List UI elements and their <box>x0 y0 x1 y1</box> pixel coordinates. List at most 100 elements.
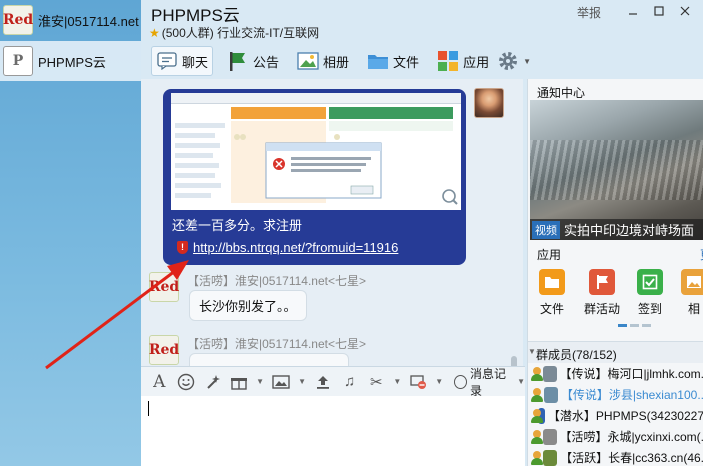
apps-icon <box>437 50 459 72</box>
chat-icon <box>156 50 178 72</box>
music-icon[interactable]: ♫ <box>339 371 360 393</box>
scissors-icon[interactable]: ✂ <box>366 371 387 393</box>
notice-center-title: 通知中心 <box>537 86 586 100</box>
chevron-down-icon[interactable]: ▼ <box>393 371 402 393</box>
screenshot-image[interactable] <box>171 93 461 210</box>
user-icon <box>531 450 544 465</box>
group-subtitle: ★ (500人群) 行业交流-IT/互联网 <box>149 24 319 41</box>
avatar <box>543 428 557 445</box>
tab-label: 公告 <box>253 54 280 70</box>
notice-caption: 实拍中印边境对峙场面 <box>564 223 695 238</box>
app-album[interactable]: 相 <box>672 269 703 317</box>
message-sender[interactable]: 【活唠】淮安|0517114.net<七星> <box>187 272 366 289</box>
app-label: 文件 <box>539 302 564 316</box>
image-icon[interactable] <box>271 371 292 393</box>
chat-scrollbar[interactable] <box>511 159 519 366</box>
session-name: PHPMPS云 <box>38 54 106 70</box>
avatar <box>543 449 558 466</box>
app-checkin[interactable]: 签到 <box>628 269 672 317</box>
check-icon <box>637 269 663 295</box>
chevron-down-icon[interactable]: ▼ <box>297 371 306 393</box>
apps-section-title: 应用 <box>537 248 562 262</box>
user-icon <box>531 429 544 444</box>
notice-caption-bar[interactable]: 视频 实拍中印边境对峙场面 <box>530 219 703 240</box>
folder-icon <box>367 50 389 72</box>
message-link[interactable]: http://bbs.ntrqq.net/?fromuid=11916 <box>193 240 398 255</box>
message-sender[interactable]: 【活唠】淮安|0517114.net<七星> <box>187 335 366 352</box>
list-item[interactable]: 【活跃】长春|cc363.cn(46. <box>528 447 703 466</box>
input-toolbar: A ▼ ▼ ♫ ✂ ▼ ▼ 消息记录 ▼ <box>141 365 526 399</box>
chevron-down-icon[interactable]: ▼ <box>255 371 264 393</box>
list-item[interactable]: 【传说】梅河口|jlmhk.com. <box>528 363 703 384</box>
session-avatar: Red <box>3 5 33 35</box>
list-item[interactable]: 【传说】涉县|shexian100.. <box>528 384 703 405</box>
font-icon[interactable]: A <box>149 371 170 393</box>
avatar[interactable] <box>474 88 504 118</box>
message-text <box>189 353 349 366</box>
magic-icon[interactable] <box>202 371 223 393</box>
maximize-icon[interactable] <box>645 0 673 22</box>
flag-icon <box>589 269 615 295</box>
tab-files[interactable]: 文件 <box>363 46 423 76</box>
list-item[interactable]: 【活唠】永城|ycxinxi.com(. <box>528 426 703 447</box>
avatar <box>543 365 557 382</box>
members-header: ▼ 群成员(78/152) <box>528 341 703 363</box>
user-icon <box>531 408 544 423</box>
member-name: 【活唠】永城|ycxinxi.com(. <box>559 430 703 444</box>
app-label: 群活动 <box>583 302 620 316</box>
apps-list: 文件 群活动 签到 相 <box>530 269 703 317</box>
app-files[interactable]: 文件 <box>530 269 574 317</box>
text-caret <box>148 401 149 416</box>
tab-label: 相册 <box>323 54 350 70</box>
collapse-icon[interactable]: ▼ <box>528 347 536 356</box>
app-label: 相 <box>687 302 700 316</box>
self-message-text: 还差一百多分。求注册 <box>172 218 303 233</box>
avatar <box>543 386 558 403</box>
announcement-icon <box>227 50 249 72</box>
report-link[interactable]: 举报 <box>577 4 601 21</box>
self-message-bubble: 还差一百多分。求注册 ! http://bbs.ntrqq.net/?fromu… <box>163 89 466 265</box>
tab-photos[interactable]: 相册 <box>293 46 353 76</box>
session-item-phpmps[interactable]: P PHPMPS云 <box>0 41 141 81</box>
tab-announcement[interactable]: 公告 <box>223 46 283 76</box>
close-icon[interactable] <box>671 0 699 22</box>
star-icon: ★ <box>149 25 160 40</box>
clock-icon <box>453 374 467 389</box>
app-group-activity[interactable]: 群活动 <box>580 269 624 317</box>
block-icon[interactable] <box>408 371 429 393</box>
chevron-down-icon: ▼ <box>517 377 526 386</box>
chevron-down-icon[interactable]: ▼ <box>435 371 444 393</box>
member-name: 【传说】梅河口|jlmhk.com. <box>559 367 703 381</box>
group-sidebar: 通知中心 视频 实拍中印边境对峙场面 应用 更 文件 群活动 <box>527 79 703 466</box>
session-name: 淮安|0517114.net <box>38 13 139 29</box>
tab-label: 聊天 <box>182 54 209 70</box>
chat-window: PHPMPS云 ★ (500人群) 行业交流-IT/互联网 举报 聊天 公告 相… <box>45 0 703 466</box>
app-label: 签到 <box>637 302 662 316</box>
member-name: 【潜水】PHPMPS(34230227 <box>547 409 703 423</box>
member-name: 【活跃】长春|cc363.cn(46. <box>560 451 703 465</box>
session-item-huaian[interactable]: Red 淮安|0517114.net <box>0 0 141 40</box>
user-icon <box>531 387 543 402</box>
apps-pager[interactable] <box>618 324 654 327</box>
user-icon <box>531 366 544 381</box>
tab-chat[interactable]: 聊天 <box>151 46 214 76</box>
gift-icon[interactable] <box>229 371 250 393</box>
message-text: 长沙你别发了。。 <box>189 290 307 321</box>
album-icon <box>681 269 703 295</box>
session-avatar: P <box>3 46 33 76</box>
tab-apps[interactable]: 应用 <box>433 46 493 76</box>
upload-icon[interactable] <box>313 371 334 393</box>
group-title: PHPMPS云 <box>151 6 240 25</box>
chevron-down-icon: ▼ <box>523 56 531 66</box>
minimize-icon[interactable] <box>619 0 647 22</box>
folder-icon <box>539 269 565 295</box>
member-list[interactable]: 【传说】梅河口|jlmhk.com. 【传说】涉县|shexian100.. 【… <box>528 363 703 466</box>
settings-menu[interactable]: ▼ <box>497 46 531 76</box>
message-input[interactable] <box>141 396 525 466</box>
emoji-icon[interactable] <box>176 371 197 393</box>
group-tabs: 聊天 公告 相册 文件 应用 ▼ <box>151 46 541 76</box>
list-item[interactable]: 【潜水】PHPMPS(34230227 <box>528 405 703 426</box>
members-title: 群成员(78/152) <box>536 348 617 362</box>
session-list: Red 淮安|0517114.net P PHPMPS云 <box>0 0 141 466</box>
history-button[interactable]: 消息记录 ▼ <box>453 365 526 399</box>
